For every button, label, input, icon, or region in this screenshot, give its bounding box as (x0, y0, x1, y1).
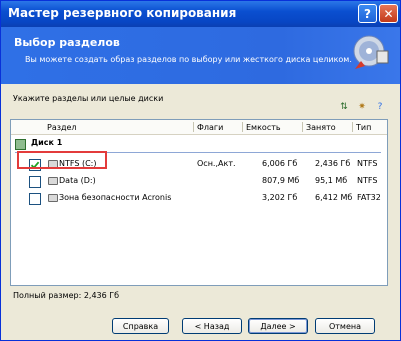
column-flags[interactable]: Флаги (197, 123, 223, 132)
close-button[interactable]: ✕ (379, 4, 398, 23)
cancel-button[interactable]: Отмена (315, 318, 375, 334)
partition-used: 95,1 Мб (315, 176, 348, 185)
column-separator[interactable] (352, 122, 353, 132)
new-icon[interactable]: ✷ (356, 101, 368, 113)
selected-partition-highlight (17, 151, 107, 169)
header-title: Выбор разделов (14, 36, 120, 49)
partition-used: 2,436 Гб (315, 159, 351, 168)
selection-prompt: Укажите разделы или целые диски (13, 94, 164, 103)
partition-capacity: 3,202 Гб (262, 193, 298, 202)
disk-group: Диск 1 (15, 138, 383, 150)
partition-type: FAT32 (357, 193, 381, 202)
help-icon[interactable]: ? (374, 101, 386, 113)
next-button[interactable]: Далее > (248, 318, 308, 334)
backup-wizard-window: Мастер резервного копирования ? ✕ Выбор … (0, 0, 401, 341)
help-button[interactable]: Справка (112, 318, 169, 334)
partition-used: 6,412 Мб (315, 193, 353, 202)
column-separator[interactable] (242, 122, 243, 132)
partition-list[interactable]: Раздел Флаги Емкость Занято Тип Диск 1 N… (10, 119, 388, 286)
wizard-header: Выбор разделов Вы можете создать образ р… (1, 27, 400, 84)
list-header: Раздел Флаги Емкость Занято Тип (11, 120, 387, 135)
column-separator[interactable] (193, 122, 194, 132)
window-title: Мастер резервного копирования (8, 6, 237, 20)
partition-checkbox[interactable] (29, 193, 41, 205)
sort-icon[interactable]: ⇅ (338, 101, 350, 113)
disk-checkbox[interactable] (15, 139, 26, 150)
question-icon: ? (364, 6, 371, 21)
partition-name: Зона безопасности Acronis (59, 193, 172, 202)
disc-backup-icon (353, 35, 389, 69)
column-type[interactable]: Тип (356, 123, 371, 132)
column-separator[interactable] (302, 122, 303, 132)
column-used[interactable]: Занято (306, 123, 336, 132)
partition-capacity: 6,006 Гб (262, 159, 298, 168)
partition-flags: Осн.,Акт. (197, 159, 236, 168)
close-icon: ✕ (383, 6, 394, 21)
disk-label: Диск 1 (31, 138, 63, 147)
partition-checkbox[interactable] (29, 176, 41, 188)
column-capacity[interactable]: Емкость (246, 123, 281, 132)
help-title-button[interactable]: ? (358, 4, 377, 23)
table-row[interactable]: Data (D:) 807,9 Мб 95,1 Мб NTFS (11, 173, 387, 189)
header-subtitle: Вы можете создать образ разделов по выбо… (25, 55, 352, 64)
partition-name: Data (D:) (59, 176, 96, 185)
partition-type: NTFS (357, 176, 378, 185)
table-row[interactable]: Зона безопасности Acronis 3,202 Гб 6,412… (11, 190, 387, 206)
partition-icon (48, 177, 58, 185)
title-bar[interactable]: Мастер резервного копирования ? ✕ (1, 1, 400, 27)
partition-type: NTFS (357, 159, 378, 168)
partition-capacity: 807,9 Мб (262, 176, 300, 185)
back-button[interactable]: < Назад (182, 318, 242, 334)
partition-icon (48, 194, 58, 202)
total-size: Полный размер: 2,436 Гб (13, 291, 120, 300)
column-partition[interactable]: Раздел (47, 123, 77, 132)
